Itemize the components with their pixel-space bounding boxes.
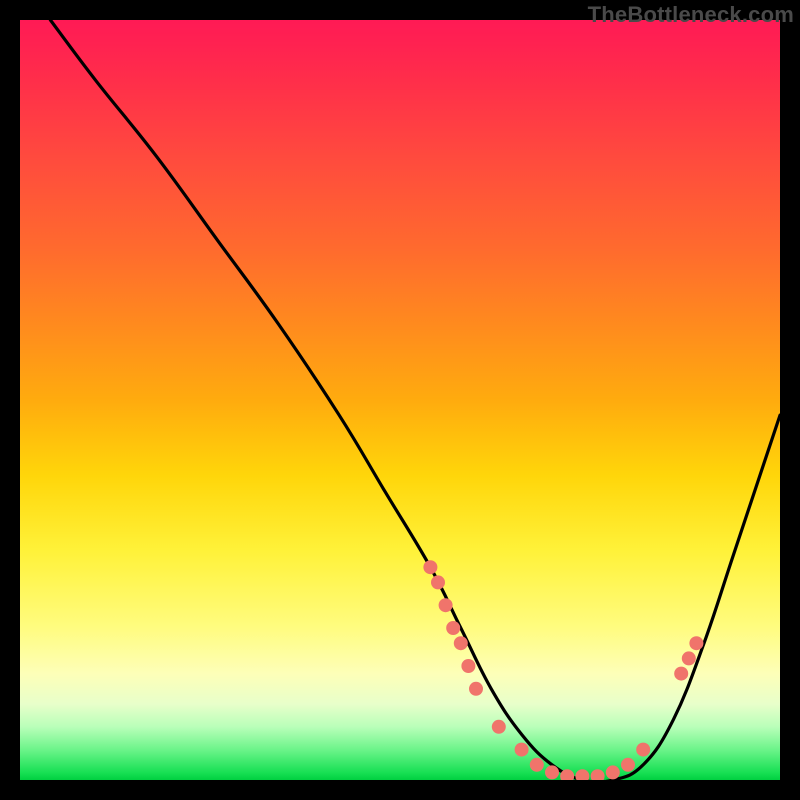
curve-marker	[606, 765, 620, 779]
curve-marker	[515, 743, 529, 757]
curve-markers	[423, 560, 703, 780]
curve-marker	[689, 636, 703, 650]
curve-marker	[461, 659, 475, 673]
curve-marker	[621, 758, 635, 772]
curve-marker	[591, 769, 605, 780]
curve-marker	[674, 667, 688, 681]
curve-marker	[446, 621, 460, 635]
bottleneck-curve-path	[50, 20, 780, 780]
curve-marker	[636, 743, 650, 757]
curve-marker	[469, 682, 483, 696]
bottleneck-curve	[50, 20, 780, 780]
curve-marker	[545, 765, 559, 779]
curve-marker	[439, 598, 453, 612]
curve-marker	[530, 758, 544, 772]
curve-marker	[454, 636, 468, 650]
chart-svg	[20, 20, 780, 780]
curve-marker	[682, 651, 696, 665]
curve-marker	[431, 575, 445, 589]
curve-marker	[575, 769, 589, 780]
chart-frame	[20, 20, 780, 780]
curve-marker	[423, 560, 437, 574]
watermark-text: TheBottleneck.com	[588, 2, 794, 28]
curve-marker	[492, 720, 506, 734]
